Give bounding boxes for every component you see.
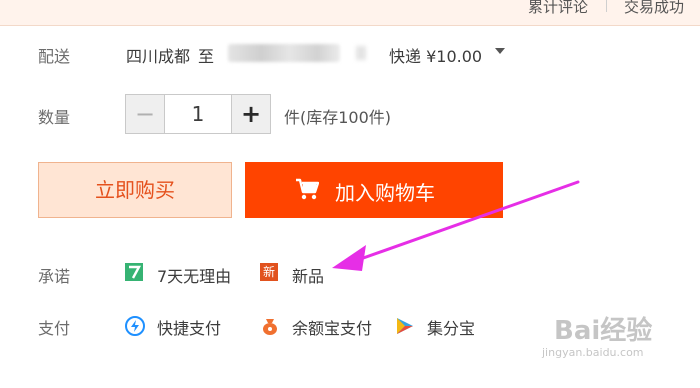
watermark-url: jingyan.baidu.com: [542, 346, 644, 359]
promise-label: 承诺: [38, 267, 71, 286]
new-product-icon: 新: [260, 263, 278, 281]
quantity-input[interactable]: [165, 95, 231, 133]
buy-now-button[interactable]: 立即购买: [38, 162, 232, 218]
baidu-jingyan-watermark: Bai经验 jingyan.baidu.com: [520, 300, 690, 382]
decrement-button[interactable]: −: [126, 95, 165, 133]
tab-deals[interactable]: 交易成功: [624, 0, 684, 17]
delivery-label: 配送: [38, 47, 71, 66]
blurred-address-tail: [356, 46, 366, 60]
tab-divider: [606, 0, 607, 12]
quick-pay-icon: [125, 316, 145, 336]
quantity-stepper: − +: [125, 94, 271, 134]
shipping-method-name: 快递: [389, 47, 422, 66]
shipping-price: ¥10.00: [426, 47, 483, 66]
add-to-cart-button[interactable]: 加入购物车: [245, 162, 503, 218]
payment-jifenbao[interactable]: 集分宝: [427, 315, 475, 339]
shipping-method[interactable]: 快递 ¥10.00: [389, 43, 482, 67]
shopping-cart-icon: [296, 178, 319, 200]
chevron-down-icon[interactable]: [495, 48, 505, 54]
increment-button[interactable]: +: [231, 95, 270, 133]
blurred-address[interactable]: [228, 44, 340, 62]
payment-yuebao[interactable]: 余额宝支付: [292, 315, 372, 339]
seven-day-return-icon: [125, 263, 143, 281]
top-tab-bar: 累计评论 交易成功: [0, 0, 700, 26]
add-to-cart-label: 加入购物车: [335, 181, 435, 205]
ship-from-city: 四川成都: [126, 47, 191, 66]
watermark-text: Bai经验: [554, 316, 653, 346]
tab-reviews[interactable]: 累计评论: [528, 0, 588, 17]
quantity-label: 数量: [38, 108, 71, 127]
promise-seven-day-return[interactable]: 7天无理由: [157, 263, 231, 287]
yuebao-icon: [263, 319, 277, 335]
ship-to-label: 至: [198, 47, 215, 66]
promise-new-product[interactable]: 新品: [292, 263, 324, 287]
stock-info: 件(库存100件): [284, 108, 392, 127]
payment-quick-pay[interactable]: 快捷支付: [157, 315, 221, 339]
jifenbao-icon: [397, 318, 413, 334]
payment-label: 支付: [38, 319, 71, 338]
